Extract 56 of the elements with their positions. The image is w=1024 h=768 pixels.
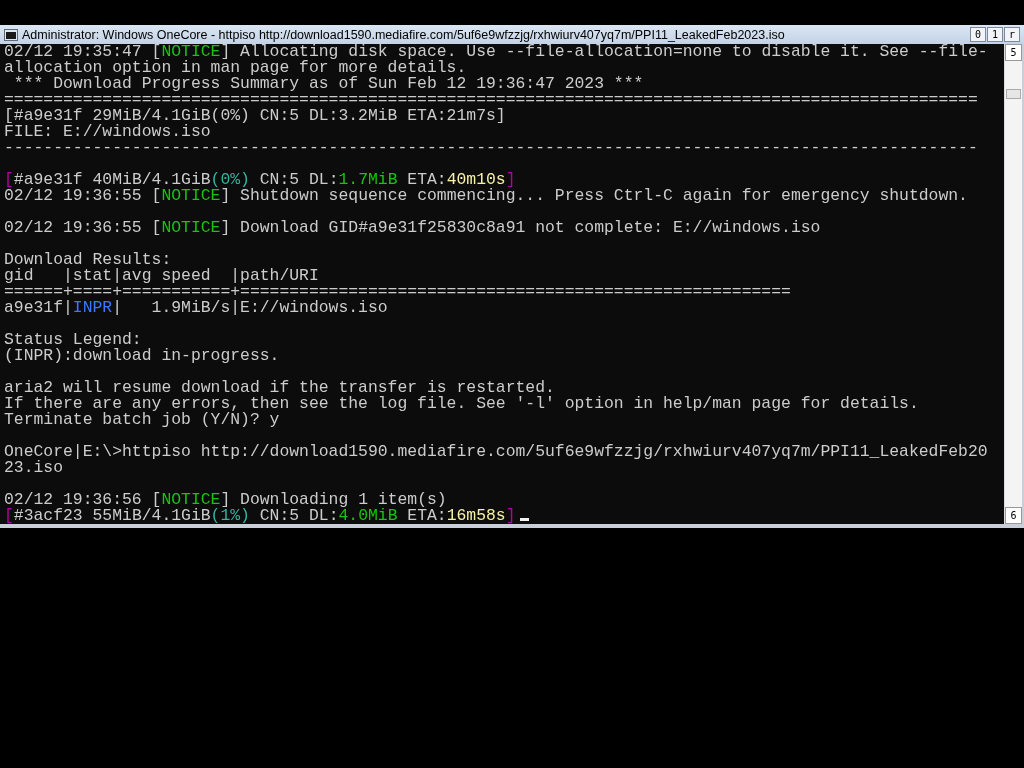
console-text: allocation option in man page for more details. <box>4 58 467 77</box>
console-text: ETA: <box>407 506 447 524</box>
console-text: INPR <box>72 298 113 317</box>
console-text: 4.0MiB <box>338 506 398 524</box>
console-text: aria2 will resume download if the transfer is restarted. <box>4 378 555 397</box>
console-text: CN:5 DL: <box>259 170 339 189</box>
console-text: ] <box>505 506 516 524</box>
window-button[interactable]: 0 <box>970 27 986 42</box>
console-text: *** Download Progress Summary as of Sun Feb 12 19:36:47 2023 *** <box>12 74 644 93</box>
scroll-thumb[interactable] <box>1006 89 1021 99</box>
scroll-down-button[interactable]: 6 <box>1005 507 1022 524</box>
console-text: ] Shutdown sequence commencing... Press Ctrl-C again for emergency shutdown. <box>220 186 968 205</box>
console-text: ======+====+===========+======================================================== <box>4 282 791 301</box>
console-text: gid |stat|avg speed |path/URI <box>4 266 319 285</box>
console-text: OneCore|E:\>httpiso http://download1590.mediafire.com/5uf6e9wfzzjg/rxhwiurv407yq7m/PPI11_LeakedFeb20 <box>4 442 988 461</box>
console-text: NOTICE <box>161 186 221 205</box>
console-text: Status Legend: <box>4 330 142 349</box>
console-text: Download Results: <box>4 250 172 269</box>
console-text: CN:5 DL: <box>259 506 339 524</box>
window-button[interactable]: 1 <box>987 27 1003 42</box>
console-text: Terminate batch job (Y/N)? y <box>4 410 280 429</box>
console-text: (INPR):download in-progress. <box>4 346 280 365</box>
console-text: If there are any errors, then see the log file. See '-l' option in help/man page for details. <box>4 394 919 413</box>
console-text: (0%) <box>210 170 250 189</box>
console-text: ] Allocating disk space. Use --file-allocation=none to disable it. See --file- <box>220 44 988 61</box>
scrollbar[interactable]: 5 6 <box>1004 44 1022 524</box>
console-text: [ <box>4 506 14 524</box>
console-text: (1%) <box>210 506 250 524</box>
console-text: 16m58s <box>446 506 506 524</box>
console-text: 40m10s <box>446 170 506 189</box>
console-text: [#a9e31f 29MiB/4.1GiB(0%) CN:5 DL:3.2MiB ETA:21m7s] <box>4 106 506 125</box>
console-text: a9e31f| <box>4 298 73 317</box>
console-text: 23.iso <box>4 458 64 477</box>
console-text: 02/12 19:36:55 [ <box>4 186 162 205</box>
console-text: 02/12 19:36:56 [ <box>4 490 162 509</box>
console-text: 02/12 19:35:47 [ <box>4 44 162 61</box>
console-text: #3acf23 55MiB/4.1GiB <box>13 506 211 524</box>
console-text: 1.7MiB <box>338 170 398 189</box>
console-text: FILE: E://windows.iso <box>4 122 211 141</box>
console-text: --------------------------------------------------------------------------------------------------- <box>4 138 978 157</box>
console-text: ] Download GID#a9e31f25830c8a91 not complete: E://windows.iso <box>220 218 821 237</box>
scroll-up-button[interactable]: 5 <box>1005 44 1022 61</box>
console-text: NOTICE <box>161 490 221 509</box>
console-text: #a9e31f 40MiB/4.1GiB <box>13 170 211 189</box>
console-icon <box>4 28 18 41</box>
console-text: 02/12 19:36:55 [ <box>4 218 162 237</box>
console-text: ] <box>505 170 516 189</box>
console-text: =================================================================================================== <box>4 90 978 109</box>
window-button[interactable]: r <box>1004 27 1020 42</box>
console-text: ] Downloading 1 item(s) <box>220 490 447 509</box>
console-text: NOTICE <box>161 218 221 237</box>
window-title: Administrator: Windows OneCore - httpiso http://download1590.mediafire.com/5uf6e9wfzzjg/rxhwiurv407yq7m/PPI11_LeakedFeb2023.iso <box>22 27 786 42</box>
console-text: [ <box>4 170 14 189</box>
console-text: NOTICE <box>161 44 221 61</box>
console-text: | 1.9MiB/s|E://windows.iso <box>112 298 388 317</box>
console-text: ETA: <box>406 170 447 189</box>
